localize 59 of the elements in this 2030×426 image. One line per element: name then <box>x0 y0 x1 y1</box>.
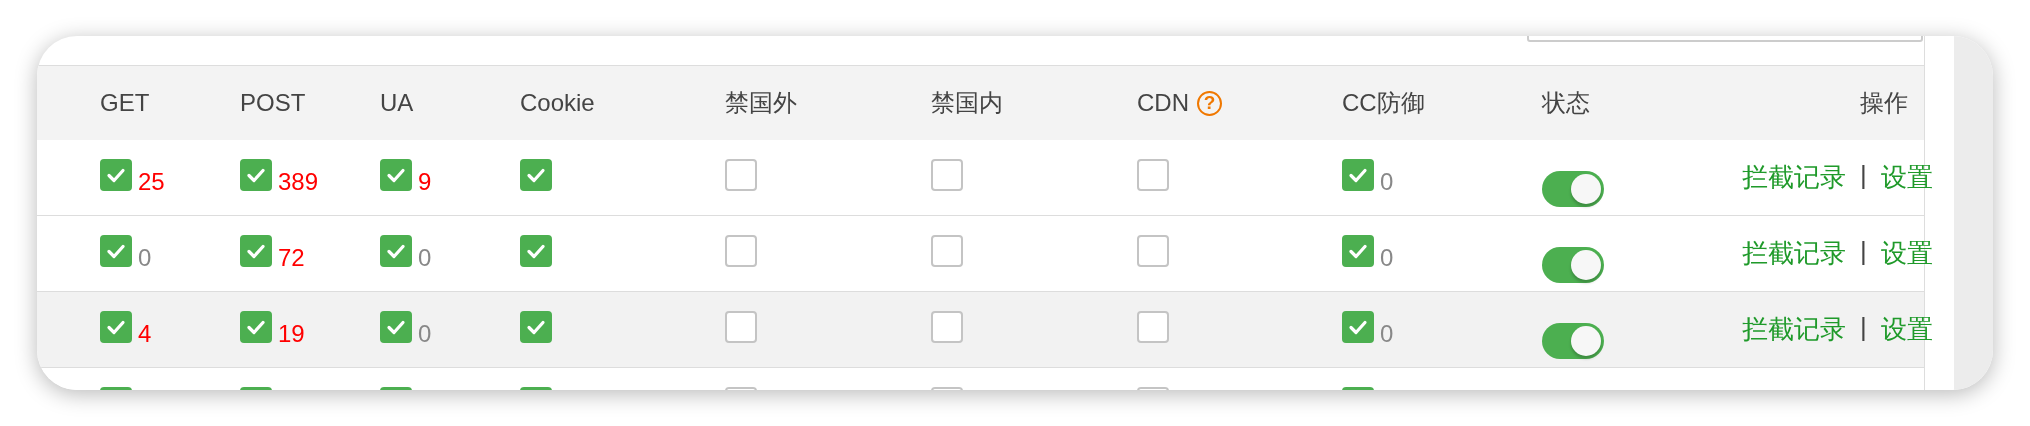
checkbox[interactable] <box>240 159 272 191</box>
column-header: GET <box>100 89 150 117</box>
block-count: 0 <box>418 245 432 271</box>
checkbox[interactable] <box>520 159 552 191</box>
checkbox[interactable] <box>520 311 552 343</box>
column-header: POST <box>240 89 306 117</box>
action-link[interactable]: 设置 <box>1880 312 1933 347</box>
checkbox[interactable] <box>1342 235 1374 267</box>
block-count: 19 <box>278 321 305 347</box>
status-toggle[interactable] <box>1542 323 1604 359</box>
column-header: CC防御 <box>1342 88 1425 118</box>
checkbox[interactable] <box>1137 235 1169 267</box>
checkbox[interactable] <box>725 235 757 267</box>
checkbox[interactable] <box>931 159 963 191</box>
block-count: 72 <box>278 245 305 271</box>
checkbox[interactable] <box>520 235 552 267</box>
column-header: 禁国外 <box>725 88 797 118</box>
checkbox[interactable] <box>931 311 963 343</box>
checkbox[interactable] <box>380 159 412 191</box>
column-header: UA <box>380 89 414 117</box>
checkbox[interactable] <box>380 311 412 343</box>
checkbox[interactable] <box>931 235 963 267</box>
separator: | <box>1860 312 1867 343</box>
block-count: 389 <box>278 169 319 195</box>
separator: | <box>1860 160 1867 191</box>
block-count: 0 <box>418 321 432 347</box>
column-header: Cookie <box>520 89 595 117</box>
action-link[interactable]: 拦截记录 <box>1742 236 1846 271</box>
block-count: 0 <box>138 245 152 271</box>
checkbox[interactable] <box>725 311 757 343</box>
separator: | <box>1860 236 1867 267</box>
status-toggle[interactable] <box>1542 247 1604 283</box>
column-header: 禁国内 <box>931 88 1003 118</box>
status-toggle[interactable] <box>1542 171 1604 207</box>
checkbox[interactable] <box>1342 159 1374 191</box>
checkbox[interactable] <box>240 311 272 343</box>
action-link[interactable]: 设置 <box>1880 160 1933 195</box>
column-header: 状态 <box>1542 88 1590 118</box>
checkbox[interactable] <box>100 159 132 191</box>
checkbox[interactable] <box>1137 311 1169 343</box>
checkbox[interactable] <box>100 235 132 267</box>
checkbox[interactable] <box>1137 159 1169 191</box>
column-header: 操作 <box>1860 88 1908 118</box>
block-count: 0 <box>1380 245 1394 271</box>
action-link[interactable]: 拦截记录 <box>1742 160 1846 195</box>
help-icon[interactable]: ? <box>1197 90 1222 116</box>
checkbox[interactable] <box>1342 311 1374 343</box>
checkbox[interactable] <box>240 235 272 267</box>
block-count: 4 <box>138 321 152 347</box>
block-count: 0 <box>1380 169 1394 195</box>
checkbox[interactable] <box>380 235 412 267</box>
block-count: 25 <box>138 169 165 195</box>
checkbox[interactable] <box>725 159 757 191</box>
checkbox[interactable] <box>100 311 132 343</box>
action-link[interactable]: 拦截记录 <box>1742 312 1846 347</box>
action-link[interactable]: 设置 <box>1880 236 1933 271</box>
column-header: CDN <box>1137 89 1189 117</box>
block-count: 9 <box>418 169 432 195</box>
block-count: 0 <box>1380 321 1394 347</box>
